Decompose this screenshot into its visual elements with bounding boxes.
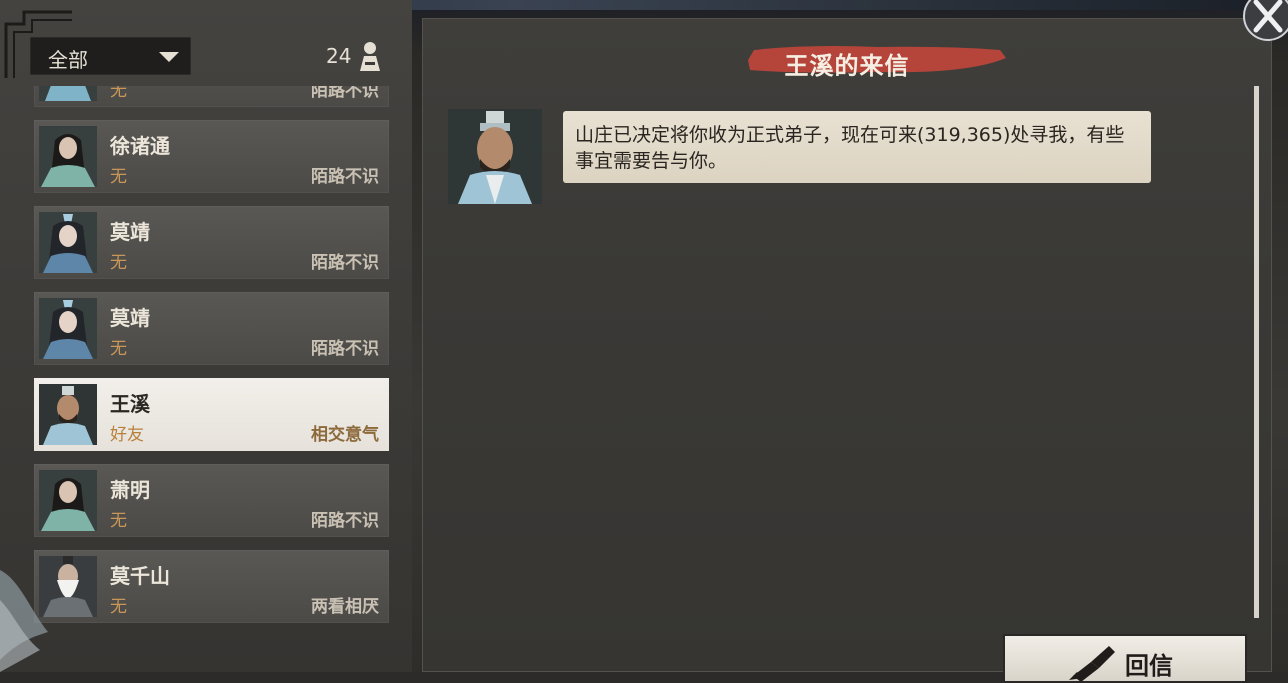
relation-status: 好友: [110, 425, 144, 445]
attitude-status: 陌路不识: [311, 167, 379, 187]
relation-status: 无: [110, 86, 127, 101]
message-text: 山庄已决定将你收为正式弟子，现在可来(319,365)处寻我，有些事宜需要告与你…: [575, 124, 1125, 172]
contact-card[interactable]: 莫靖无 陌路不识: [34, 206, 389, 279]
contact-card[interactable]: 无 陌路不识: [34, 86, 389, 107]
contact-avatar: [39, 126, 97, 187]
contact-avatar: [39, 298, 97, 359]
relation-status: 无: [110, 597, 127, 617]
contact-card[interactable]: 莫千山无 两看相厌: [34, 550, 389, 623]
sender-portrait: [448, 109, 542, 204]
reply-button[interactable]: 回信: [1003, 634, 1247, 683]
contact-name: 萧明: [110, 478, 150, 502]
close-icon[interactable]: [1238, 0, 1288, 44]
relation-status: 无: [110, 253, 127, 273]
contact-name: 徐诸通: [110, 134, 170, 158]
attitude-status: 陌路不识: [311, 511, 379, 531]
chevron-down-icon: [159, 52, 179, 62]
ink-brush-decoration: [0, 540, 60, 672]
contact-card-selected[interactable]: 王溪好友 相交意气: [34, 378, 389, 451]
relation-status: 无: [110, 167, 127, 187]
reply-label: 回信: [1125, 652, 1173, 680]
filter-label: 全部: [48, 48, 88, 72]
contact-avatar: [39, 470, 97, 531]
contact-avatar: [39, 212, 97, 273]
contact-panel: 全部 24 无陌路不识 徐诸通无陌路不识 莫靖无陌路不识 莫靖无陌路不识 王溪 好友 相交意…: [0, 0, 412, 672]
contact-avatar: [39, 384, 97, 445]
relation-status: 无: [110, 339, 127, 359]
contact-name: 莫千山: [110, 564, 170, 588]
message-bubble: 山庄已决定将你收为正式弟子，现在可来(319,365)处寻我，有些事宜需要告与你…: [563, 111, 1151, 183]
attitude-status: 陌路不识: [311, 253, 379, 273]
scrollbar[interactable]: [1254, 86, 1259, 618]
contact-card[interactable]: 莫靖无 陌路不识: [34, 292, 389, 365]
contact-list[interactable]: 无陌路不识 徐诸通无陌路不识 莫靖无陌路不识 莫靖无陌路不识 王溪 好友 相交意气 萧明无陌路…: [34, 86, 389, 631]
person-icon: [360, 42, 380, 71]
contact-name: 王溪: [110, 392, 150, 416]
contact-name: 莫靖: [110, 220, 150, 244]
attitude-status: 陌路不识: [311, 86, 379, 101]
attitude-status: 两看相厌: [311, 597, 379, 617]
letter-panel: 王溪的来信 山庄已决定将你收为正式弟子，现在可来(319,365)处寻我，有些事…: [422, 18, 1272, 672]
relation-status: 无: [110, 511, 127, 531]
brush-pen-icon: [1069, 646, 1115, 682]
contact-name: 莫靖: [110, 306, 150, 330]
contact-card[interactable]: 萧明无 陌路不识: [34, 464, 389, 537]
contact-avatar: [39, 86, 97, 101]
category-filter-dropdown[interactable]: 全部: [30, 37, 191, 75]
contact-count: 24: [326, 44, 352, 68]
contact-card[interactable]: 徐诸通无 陌路不识: [34, 120, 389, 193]
letter-title: 王溪的来信: [784, 52, 910, 80]
attitude-status: 相交意气: [311, 425, 379, 445]
attitude-status: 陌路不识: [311, 339, 379, 359]
